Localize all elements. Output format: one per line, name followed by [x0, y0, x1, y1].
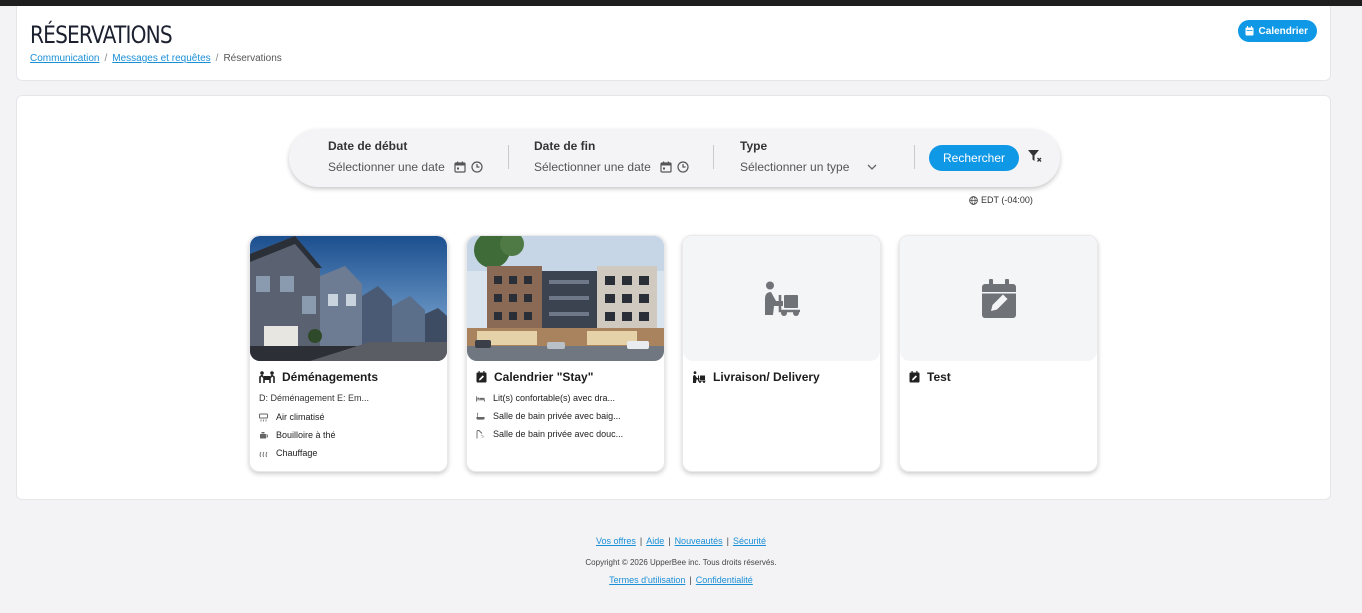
- calendar-button[interactable]: Calendrier: [1237, 20, 1317, 42]
- calendar-icon[interactable]: [454, 161, 466, 173]
- page-title: RÉSERVATIONS: [30, 21, 173, 49]
- calendar-edit-icon: [909, 371, 920, 383]
- type-label: Type: [740, 139, 768, 153]
- shower-icon: [476, 429, 485, 439]
- card-image-building: [467, 236, 664, 361]
- amenity-item: Air climatisé: [259, 412, 325, 422]
- footer-link-nouveautes[interactable]: Nouveautés: [675, 536, 723, 546]
- breadcrumb: Communication / Messages et requêtes / Réser…: [30, 53, 282, 64]
- bathtub-icon: [476, 412, 485, 421]
- timezone-label: EDT (-04:00): [981, 195, 1033, 205]
- breadcrumb-messages[interactable]: Messages et requêtes: [112, 53, 210, 64]
- end-date-label: Date de fin: [534, 139, 596, 153]
- footer-link-securite[interactable]: Sécurité: [733, 536, 766, 546]
- end-date-field[interactable]: Date de fin Sélectionner une date: [534, 139, 689, 174]
- clock-icon[interactable]: [677, 161, 689, 173]
- amenity-item: Lit(s) confortable(s) avec dra...: [476, 393, 615, 403]
- footer-link-offres[interactable]: Vos offres: [596, 536, 636, 546]
- card-placeholder: [683, 236, 880, 361]
- kettle-icon: [259, 431, 268, 440]
- resource-card-test[interactable]: Test: [899, 235, 1098, 472]
- footer-copyright: Copyright © 2026 UpperBee inc. Tous droi…: [585, 558, 777, 567]
- footer-links: Vos offres | Aide | Nouveautés | Sécurité: [596, 536, 766, 546]
- start-date-label: Date de début: [328, 139, 408, 153]
- type-select[interactable]: Sélectionner un type: [740, 160, 849, 174]
- amenity-item: Chauffage: [259, 448, 317, 458]
- globe-icon: [969, 195, 978, 205]
- calendar-icon: [1245, 26, 1254, 36]
- chevron-down-icon[interactable]: [867, 164, 877, 170]
- page-header: RÉSERVATIONS Communication / Messages et r…: [16, 6, 1331, 81]
- calendar-edit-icon: [981, 278, 1017, 319]
- search-button[interactable]: Rechercher: [929, 145, 1020, 171]
- card-title: Test: [909, 370, 951, 384]
- footer-link-terms[interactable]: Termes d'utilisation: [609, 575, 685, 585]
- calendar-edit-icon: [476, 371, 487, 383]
- card-placeholder: [900, 236, 1097, 361]
- card-title: Calendrier "Stay": [476, 370, 593, 384]
- resource-card-stay[interactable]: Calendrier "Stay" Lit(s) confortable(s) …: [466, 235, 665, 472]
- resource-card-delivery[interactable]: Livraison/ Delivery: [682, 235, 881, 472]
- dolly-icon: [762, 281, 802, 317]
- card-title: Livraison/ Delivery: [692, 370, 820, 384]
- calendar-button-label: Calendrier: [1258, 25, 1308, 37]
- amenity-item: Bouilloire à thé: [259, 430, 336, 440]
- end-date-input[interactable]: Sélectionner une date: [534, 160, 651, 174]
- timezone-indicator: EDT (-04:00): [969, 195, 1033, 205]
- people-carry-icon: [259, 371, 275, 383]
- amenity-item: Salle de bain privée avec douc...: [476, 429, 623, 439]
- heating-icon: [259, 449, 268, 458]
- breadcrumb-current: Réservations: [223, 53, 282, 64]
- calendar-icon[interactable]: [660, 161, 672, 173]
- resource-card-demenagements[interactable]: Déménagements D: Déménagement E: Em... A…: [249, 235, 448, 472]
- footer-link-aide[interactable]: Aide: [646, 536, 664, 546]
- amenity-item: Salle de bain privée avec baig...: [476, 411, 621, 421]
- start-date-input[interactable]: Sélectionner une date: [328, 160, 445, 174]
- search-bar: Date de début Sélectionner une date Date…: [289, 129, 1060, 187]
- card-title: Déménagements: [259, 370, 378, 384]
- air-conditioner-icon: [259, 413, 268, 422]
- dolly-icon: [692, 371, 706, 383]
- reservations-panel: Date de début Sélectionner une date Date…: [16, 95, 1331, 500]
- card-image-houses: [250, 236, 447, 361]
- start-date-field[interactable]: Date de début Sélectionner une date: [328, 139, 483, 174]
- card-subtitle: D: Déménagement E: Em...: [259, 393, 370, 403]
- type-field[interactable]: Type Sélectionner un type: [740, 139, 877, 174]
- breadcrumb-communication[interactable]: Communication: [30, 53, 99, 64]
- bed-icon: [476, 394, 485, 403]
- footer-legal: Termes d'utilisation | Confidentialité: [609, 575, 753, 585]
- filter-clear-icon[interactable]: [1027, 149, 1043, 168]
- footer-link-privacy[interactable]: Confidentialité: [696, 575, 753, 585]
- clock-icon[interactable]: [471, 161, 483, 173]
